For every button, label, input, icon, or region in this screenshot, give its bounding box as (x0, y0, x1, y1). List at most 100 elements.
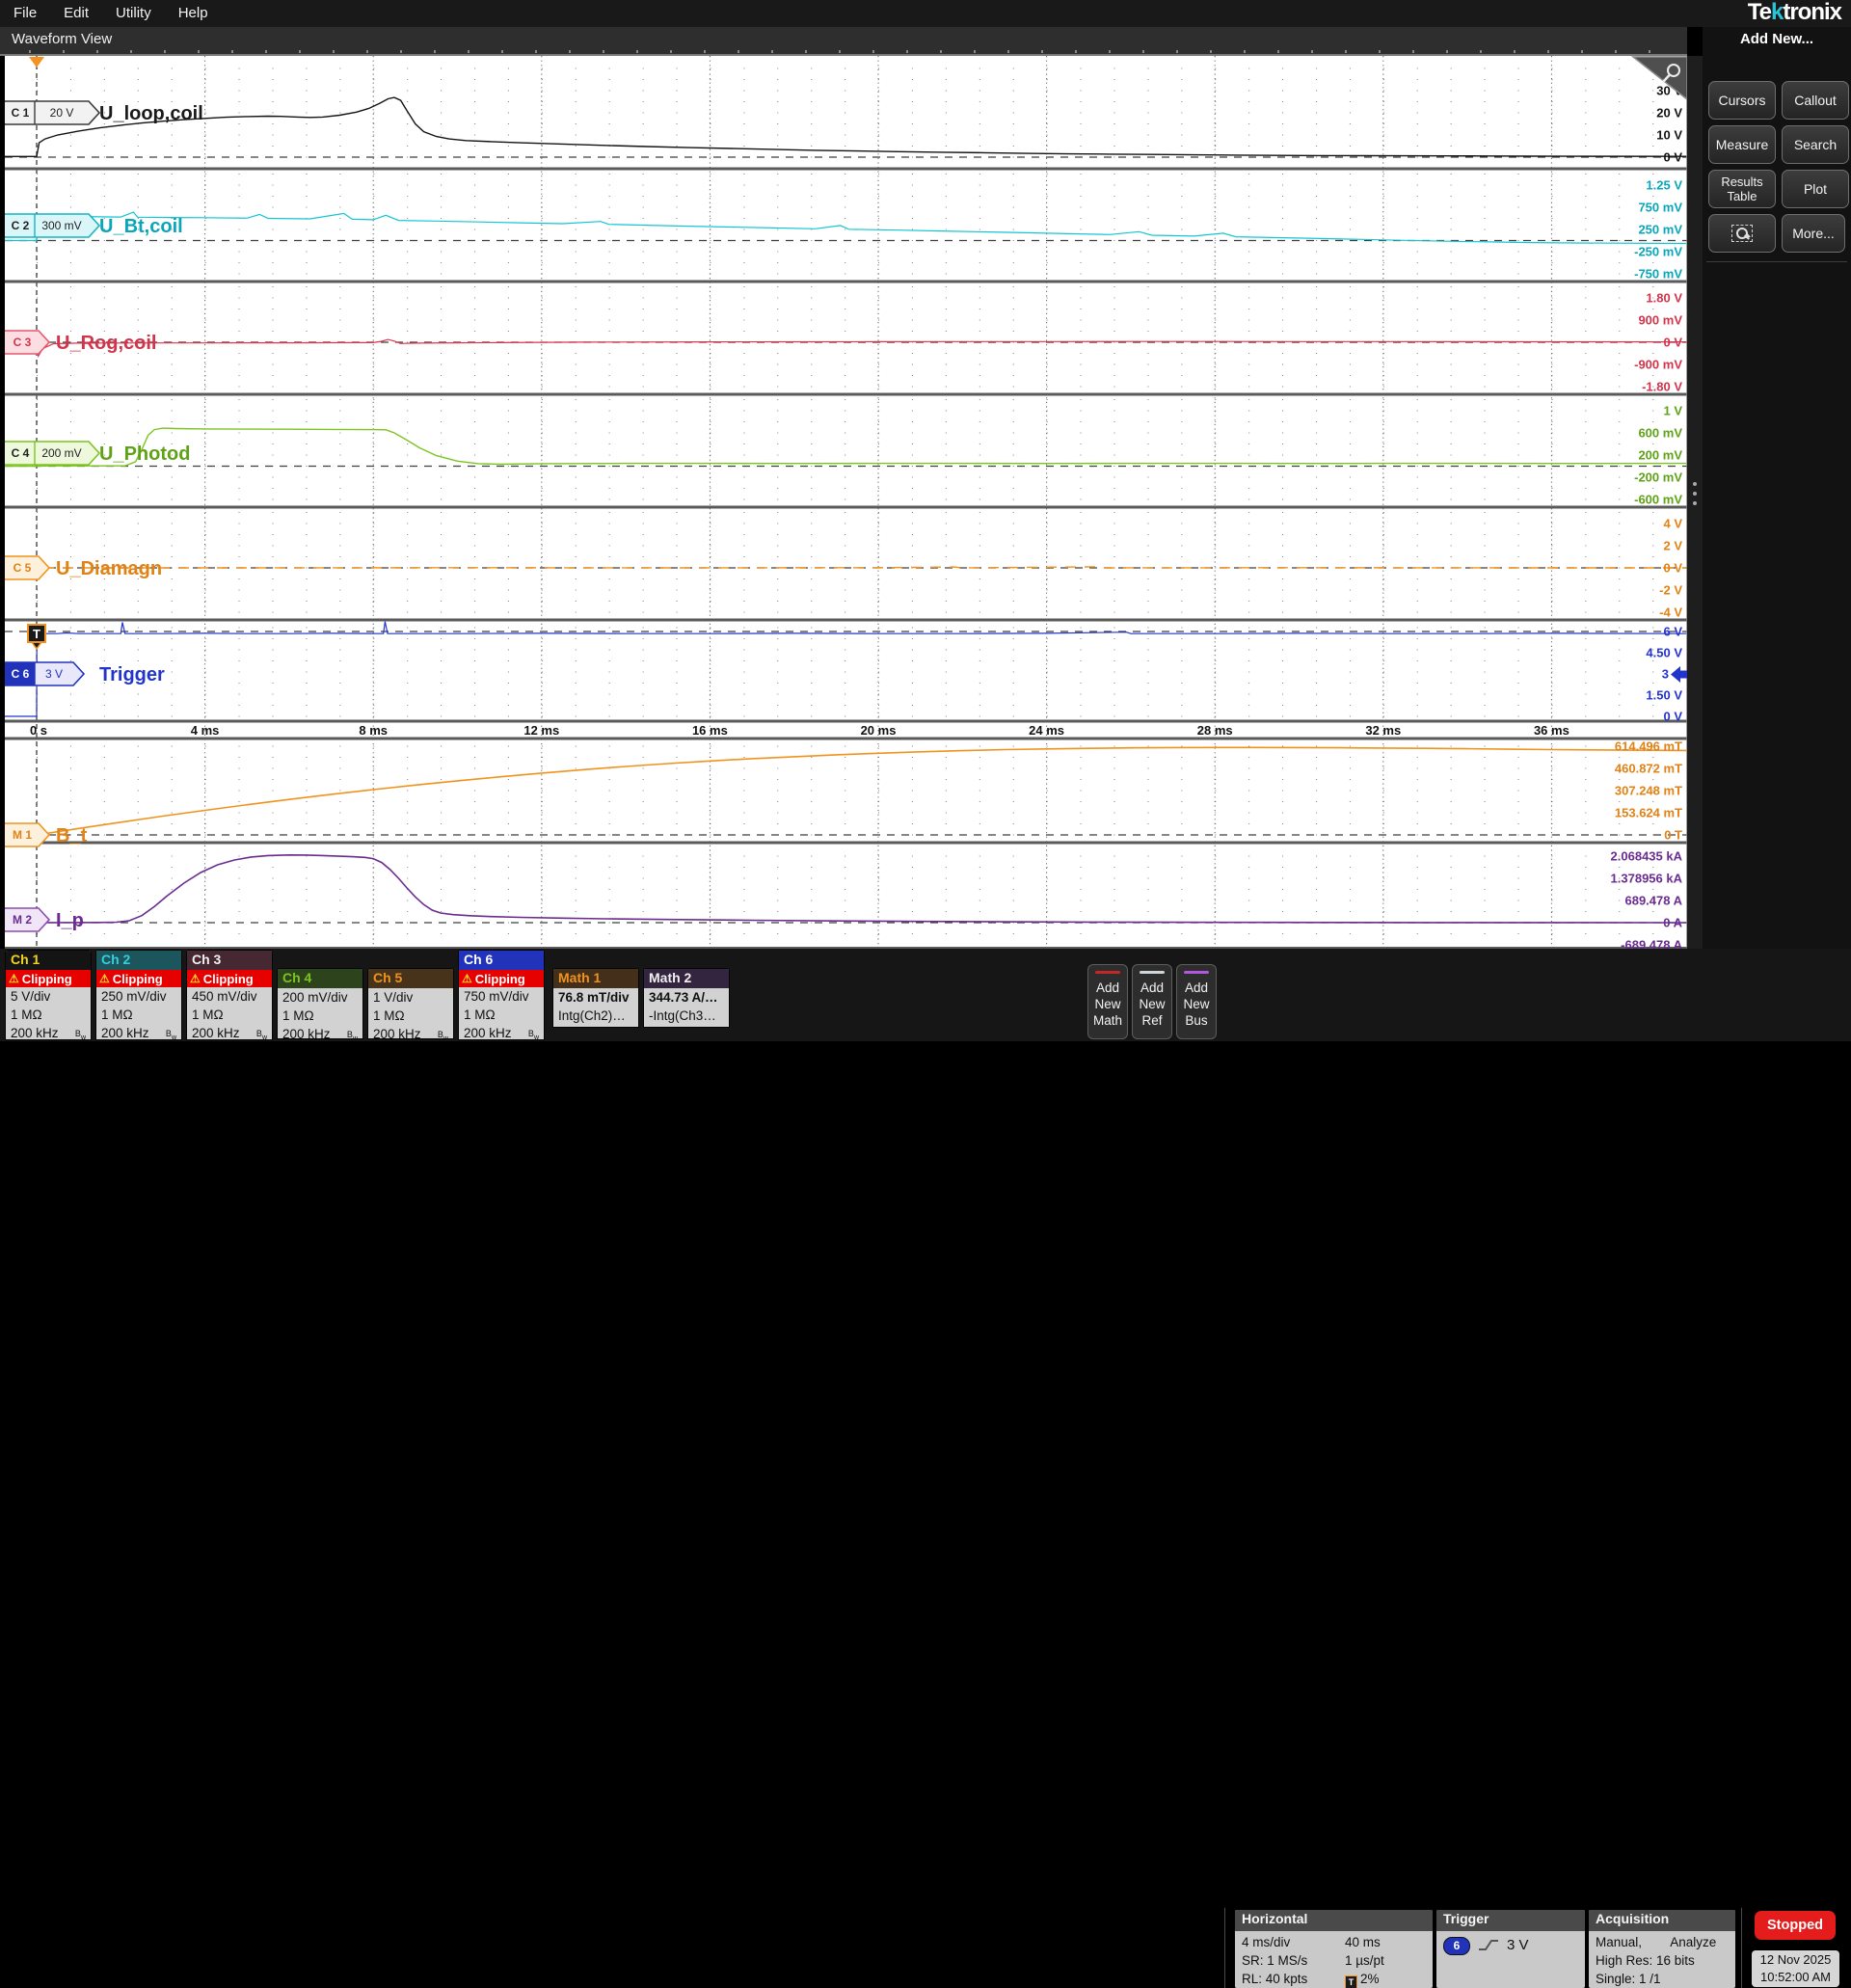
badge-row: 750 mV/div (464, 989, 529, 1004)
channel-badge-c2[interactable]: C 2 300 mV (5, 213, 101, 238)
channel-label-c2[interactable]: U_Bt,coil (99, 216, 183, 237)
bandwidth-icon: Bw (437, 1030, 448, 1039)
trace-c4 (5, 427, 1687, 468)
tick-c6: 4.50 V (1646, 646, 1682, 660)
trigger-marker-icon[interactable] (29, 57, 44, 67)
badge-row: 5 V/div (11, 989, 51, 1004)
badge-row: 250 mV/div (101, 989, 167, 1004)
acquisition-status-button[interactable]: Stopped (1755, 1911, 1836, 1940)
channel-badge-c6[interactable]: C 6 3 V (5, 661, 86, 686)
scope-badge-ch1[interactable]: Ch 1 ⚠ Clipping 5 V/div 1 MΩ 200 kHz Bw (5, 950, 92, 1040)
scope-badge-ch3[interactable]: Ch 3 ⚠ Clipping 450 mV/div 1 MΩ 200 kHz Bw (186, 950, 273, 1040)
svg-text:20 V: 20 V (50, 106, 74, 120)
time-tick: 12 ms (523, 723, 559, 738)
time-tick: 32 ms (1365, 723, 1401, 738)
warning-icon: ⚠ (9, 972, 19, 985)
scope-badge-ch5[interactable]: Ch 5 1 V/div 1 MΩ 200 kHz Bw (367, 968, 454, 1039)
horizontal-left: SR: 1 MS/s (1242, 1953, 1308, 1968)
sidebar-button-measure[interactable]: Measure (1708, 125, 1776, 164)
menu-item-file[interactable]: File (0, 0, 50, 27)
tick-m1: 153.624 mT (1615, 806, 1682, 820)
add-new-bus-button[interactable]: Add New Bus (1176, 964, 1217, 1039)
trigger-source-icon[interactable]: T (27, 624, 46, 651)
acq-mode: Manual, (1596, 1935, 1643, 1949)
clipping-warning: ⚠ Clipping (459, 970, 544, 987)
tick-c1: 10 V (1656, 128, 1682, 143)
plot-right-gutter (1687, 56, 1703, 949)
channel-label-c3[interactable]: U_Rog,coil (56, 333, 156, 354)
svg-text:T: T (33, 627, 40, 641)
badge-title: Ch 4 (278, 969, 362, 988)
warning-icon: ⚠ (190, 972, 201, 985)
scope-badge-math2[interactable]: Math 2 344.73 A/… -Intg(Ch3… (643, 968, 730, 1028)
channel-badge-m2[interactable]: M 2 (5, 907, 51, 932)
add-new-ref-button[interactable]: Add New Ref (1132, 964, 1172, 1039)
sidebar-button-search[interactable]: Search (1782, 125, 1849, 164)
svg-text:C 5: C 5 (13, 561, 32, 575)
menu-item-edit[interactable]: Edit (50, 0, 102, 27)
badge-row: 76.8 mT/div (558, 990, 630, 1005)
channel-badge-c3[interactable]: C 3 (5, 330, 51, 355)
channel-label-c5[interactable]: U_Diamagn (56, 558, 162, 579)
badge-title: Ch 1 (6, 951, 91, 970)
tick-c2: -250 mV (1634, 245, 1682, 259)
sidebar-button-plot[interactable]: Plot (1782, 170, 1849, 208)
menu-item-help[interactable]: Help (165, 0, 222, 27)
time-tick: 28 ms (1197, 723, 1233, 738)
scope-badge-ch4[interactable]: Ch 4 200 mV/div 1 MΩ 200 kHz Bw (277, 968, 363, 1039)
horizontal-panel-title: Horizontal (1235, 1910, 1433, 1931)
badge-row: 200 kHz Bw (6, 1024, 91, 1039)
scope-badge-ch6[interactable]: Ch 6 ⚠ Clipping 750 mV/div 1 MΩ 200 kHz Bw (458, 950, 545, 1040)
zoom-select-button[interactable] (1708, 214, 1776, 253)
tick-c5: -2 V (1659, 583, 1682, 598)
tick-m2: 1.378956 kA (1611, 872, 1683, 886)
channel-label-c1[interactable]: U_loop,coil (99, 103, 203, 124)
grid-dots (37, 67, 1654, 158)
scope-badge-math1[interactable]: Math 1 76.8 mT/div Intg(Ch2)… (552, 968, 639, 1028)
tick-c2: 1.25 V (1646, 178, 1682, 193)
badge-title: Math 2 (644, 969, 729, 988)
badge-row: 200 kHz Bw (187, 1024, 272, 1039)
divider (1741, 1908, 1742, 1988)
channel-badge-c5[interactable]: C 5 (5, 555, 51, 580)
add-new-math-button[interactable]: Add New Math (1087, 964, 1128, 1039)
grid-dots (37, 398, 1654, 500)
acquisition-panel[interactable]: Acquisition Manual, Analyze High Res: 16 … (1589, 1910, 1735, 1988)
time-tick: 16 ms (692, 723, 728, 738)
time-text: 10:52:00 AM (1760, 1970, 1831, 1984)
horizontal-panel[interactable]: Horizontal 4 ms/div 40 ms SR: 1 MS/s 1 µs… (1235, 1910, 1433, 1988)
channel-badge-c1[interactable]: C 1 20 V (5, 100, 101, 125)
sidebar-button-callout[interactable]: Callout (1782, 81, 1849, 120)
waveform-view-tab[interactable]: Waveform View T (0, 27, 1687, 84)
trace-m1 (5, 746, 1687, 836)
menu-item-utility[interactable]: Utility (102, 0, 165, 27)
tick-c3: 900 mV (1638, 313, 1682, 328)
tick-c1: 20 V (1656, 106, 1682, 121)
badge-row: 1 MΩ (11, 1007, 42, 1022)
channel-label-m2[interactable]: I_p (56, 910, 84, 931)
channel-badge-m1[interactable]: M 1 (5, 822, 51, 847)
trigger-panel[interactable]: Trigger 6 3 V (1436, 1910, 1585, 1988)
bandwidth-icon: Bw (346, 1030, 358, 1039)
scope-badge-ch2[interactable]: Ch 2 ⚠ Clipping 250 mV/div 1 MΩ 200 kHz Bw (95, 950, 182, 1040)
more-button[interactable]: More... (1782, 214, 1845, 253)
tick-m2: 689.478 A (1624, 894, 1682, 908)
trigger-source-badge[interactable]: 6 (1443, 1937, 1470, 1955)
tick-m2: 2.068435 kA (1611, 849, 1683, 864)
channel-label-c4[interactable]: U_Photod (99, 443, 190, 465)
tick-c4: -200 mV (1634, 470, 1682, 485)
acq-analyze: Analyze (1670, 1935, 1717, 1949)
channel-badge-c4[interactable]: C 4 200 mV (5, 441, 101, 466)
channel-label-c6[interactable]: Trigger (99, 664, 165, 685)
tick-c6: 1.50 V (1646, 688, 1682, 703)
trigger-level-icon[interactable] (1671, 666, 1687, 683)
datetime-display: 12 Nov 2025 10:52:00 AM (1752, 1950, 1839, 1987)
sidebar-button-results-table[interactable]: Results Table (1708, 170, 1776, 208)
channel-label-m1[interactable]: B_t (56, 825, 88, 846)
tick-c5: -4 V (1659, 605, 1682, 620)
drag-handle-icon[interactable] (1693, 482, 1697, 486)
trace-c2 (5, 211, 1687, 245)
sidebar-button-cursors[interactable]: Cursors (1708, 81, 1776, 120)
badge-row: 200 kHz Bw (459, 1024, 544, 1039)
waveform-plot[interactable]: 3 0 V 20 V 10 V 0 V 1.25 V 750 mV 250 mV -250 mV… (5, 56, 1687, 949)
